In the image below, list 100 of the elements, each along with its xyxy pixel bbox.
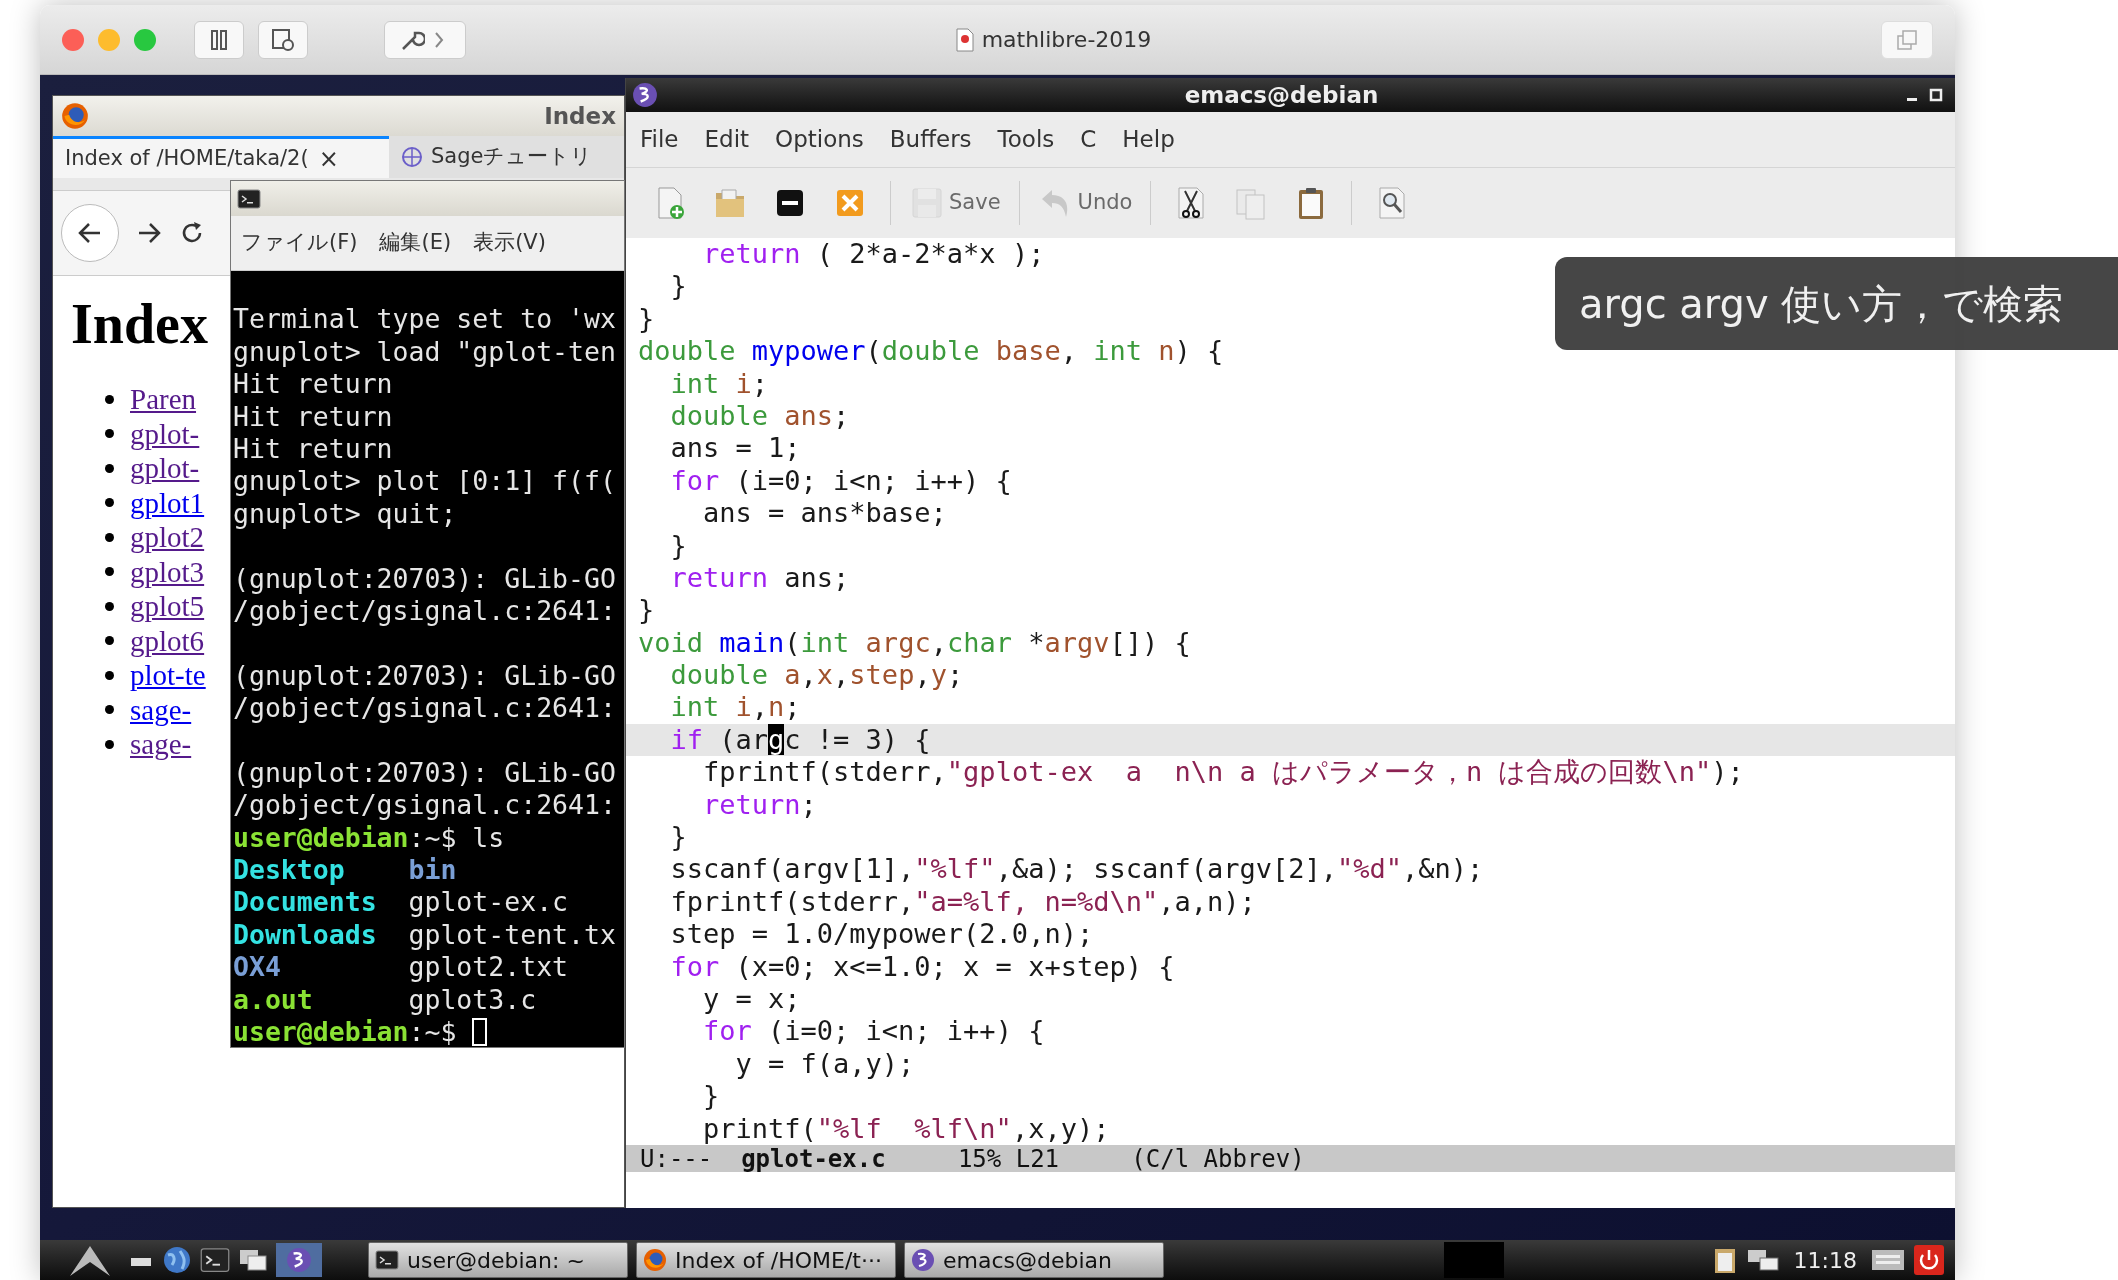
- terminal-line: Hit return: [233, 432, 393, 466]
- bullet-icon: [105, 498, 114, 508]
- power-icon[interactable]: [1913, 1244, 1945, 1276]
- menu-item[interactable]: File: [640, 122, 679, 157]
- code-line: for (x=0; x<=1.0; x = x+step) {: [669, 950, 1175, 982]
- bullet-icon: [105, 567, 114, 577]
- pause-icon: [209, 28, 229, 51]
- file-link[interactable]: sage-: [130, 692, 192, 727]
- code-line: int i;: [669, 367, 769, 399]
- file-link[interactable]: gplot3: [130, 554, 205, 589]
- taskbar-button[interactable]: user@debian: ~: [368, 1242, 628, 1278]
- terminal-line: user@debian:~$: [233, 1016, 457, 1047]
- code-line: double ans;: [669, 399, 850, 431]
- code-line: }: [669, 270, 687, 302]
- overlapping-squares-icon: [1896, 28, 1918, 51]
- code-line: }: [702, 1080, 720, 1112]
- file-link[interactable]: plot-te: [130, 658, 206, 693]
- terminal-line: user@debian:~$ ls: [233, 821, 505, 855]
- bullet-icon: [105, 739, 114, 749]
- menu-item[interactable]: ファイル(F): [241, 227, 358, 259]
- terminal-line: (gnuplot:20703): GLib-GO: [233, 756, 616, 790]
- file-link[interactable]: gplot-: [130, 451, 200, 486]
- code-line: return ( 2*a-2*a*x );: [702, 238, 1045, 269]
- menu-item[interactable]: Edit: [704, 122, 750, 157]
- code-line: y = f(a,y);: [734, 1047, 915, 1079]
- file-link[interactable]: gplot1: [130, 485, 205, 520]
- browser-tab[interactable]: Sageチュートリ: [389, 136, 624, 178]
- snapshot-icon: [271, 27, 295, 52]
- tab-close-button[interactable]: ×: [318, 140, 339, 177]
- code-line: }: [669, 821, 687, 853]
- maximize-icon[interactable]: [1929, 88, 1943, 102]
- taskbar-button[interactable]: Index of /HOME/t···: [636, 1242, 896, 1278]
- terminal-icon: [375, 1250, 399, 1270]
- windows-icon[interactable]: [238, 1247, 268, 1273]
- pause-button[interactable]: [194, 20, 244, 59]
- terminal-line: OX4 gplot2.txt: [233, 951, 569, 984]
- menu-item[interactable]: Help: [1122, 122, 1175, 157]
- code-line: }: [669, 529, 687, 561]
- file-link[interactable]: gplot-: [130, 416, 200, 451]
- code-line: fprintf(stderr,"gplot-ex a n\n a はパラメータ，n は合成の回数\n");: [702, 756, 1744, 788]
- active-app-indicator[interactable]: [276, 1243, 322, 1277]
- terminal-line: (gnuplot:20703): GLib-GO: [233, 562, 616, 595]
- terminal-line: Documents gplot-ex.c: [233, 886, 569, 919]
- window-title: emacs@debian: [1183, 80, 1380, 110]
- file-link[interactable]: sage-: [130, 727, 192, 762]
- tab-label: Sageチュートリ: [431, 143, 593, 171]
- code-line: for (i=0; i<n; i++) {: [669, 464, 1012, 496]
- menu-item[interactable]: Tools: [997, 122, 1055, 157]
- terminal-line: Desktop bin: [233, 854, 457, 887]
- terminal-line: Hit return: [233, 368, 393, 401]
- code-line: if (argc != 3) {: [669, 723, 931, 755]
- snapshot-button[interactable]: [258, 20, 308, 59]
- menu-item[interactable]: Options: [775, 122, 864, 157]
- mode-line-text: U:--- gplot-ex.c 15% L21 (C/l Abbrev): [640, 1144, 1305, 1175]
- terminal-line: /gobject/gsignal.c:2641:: [233, 594, 616, 628]
- code-line: double a,x,step,y;: [669, 659, 964, 691]
- page-heading: Index: [71, 292, 208, 357]
- code-line: double mypower(double base, int n) {: [638, 335, 1224, 367]
- code-line: return;: [702, 788, 817, 820]
- terminal-line: gnuplot> load "gplot-ten: [233, 335, 616, 369]
- code-line: for (i=0; i<n; i++) {: [702, 1015, 1045, 1047]
- tray-slot: [1443, 1242, 1504, 1278]
- menu-item[interactable]: C: [1080, 122, 1097, 157]
- bullet-icon: [105, 670, 114, 680]
- file-link[interactable]: gplot2: [130, 520, 205, 555]
- terminal-line: /gobject/gsignal.c:2641:: [233, 789, 616, 822]
- bullet-icon: [105, 636, 114, 646]
- code-line: return ans;: [669, 561, 850, 593]
- terminal-line: a.out gplot3.c: [233, 983, 537, 1016]
- terminal-line: (gnuplot:20703): GLib-GO: [233, 659, 616, 693]
- terminal-icon: [200, 1247, 230, 1273]
- settings-button[interactable]: [384, 20, 466, 59]
- taskbar-button[interactable]: emacs@debian: [904, 1242, 1164, 1278]
- wheel-icon: [401, 146, 423, 168]
- menu-item[interactable]: Buffers: [889, 122, 972, 157]
- file-link[interactable]: gplot5: [130, 589, 205, 624]
- file-link[interactable]: Paren: [130, 382, 197, 417]
- bullet-icon: [105, 463, 114, 473]
- terminal-line: gnuplot> quit;: [233, 497, 457, 531]
- terminal-icon: [237, 188, 261, 209]
- menu-item[interactable]: 編集(E): [379, 227, 452, 259]
- code-line: printf("%lf %lf\n",x,y);: [702, 1112, 1110, 1144]
- browser-tab[interactable]: Index of /HOME/taka/2( ×: [53, 136, 389, 178]
- bullet-icon: [105, 394, 114, 404]
- terminal-line: gnuplot> plot [0:1] f(f(: [233, 465, 616, 498]
- code-line: ans = 1;: [669, 432, 801, 464]
- code-line: sscanf(argv[1],"%lf",&a); sscanf(argv[2],"%d",&n);: [669, 853, 1484, 885]
- browser-icon: [643, 1248, 667, 1272]
- keyboard-icon[interactable]: [1871, 1248, 1905, 1272]
- document-icon: [955, 27, 974, 52]
- terminal-line: /gobject/gsignal.c:2641:: [233, 692, 616, 725]
- tab-label: Index of /HOME/taka/2(: [65, 144, 309, 172]
- file-link[interactable]: gplot6: [130, 623, 205, 658]
- menu-item[interactable]: 表示(V): [473, 227, 546, 259]
- terminal-line: Hit return: [233, 400, 393, 433]
- terminal-line: Terminal type set to 'wx: [233, 303, 616, 336]
- code-line: ans = ans*base;: [702, 497, 947, 529]
- clock[interactable]: 11:18: [1793, 1243, 1857, 1277]
- code-line: }: [638, 594, 655, 626]
- code-line: int i,n;: [669, 691, 801, 723]
